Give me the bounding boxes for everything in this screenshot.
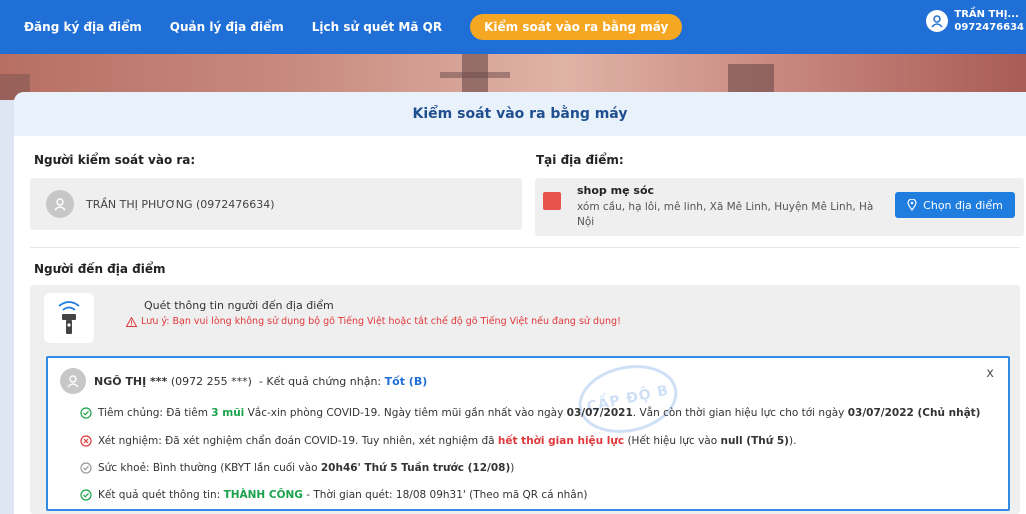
scan-result-text-b: - Thời gian quét: 18/08 09h31' (Theo mã …	[306, 489, 588, 501]
cert-label: - Kết quả chứng nhận:	[258, 374, 382, 388]
health-line: Sức khoẻ: Bình thường (KBYT lần cuối vào…	[80, 462, 514, 474]
controller-box: TRẦN THỊ PHƯƠNG (0972476634)	[30, 178, 522, 230]
user-name: TRẦN THỊ...	[954, 9, 1019, 20]
user-icon	[926, 10, 949, 32]
scan-warning-text: Lưu ý: Bạn vui lòng không sử dụng bộ gõ …	[141, 316, 621, 327]
visitor-area: Quét thông tin người đến địa điểm Lưu ý:…	[30, 285, 1020, 514]
user-menu[interactable]: TRẦN THỊ... 0972476634	[926, 8, 1024, 34]
health-text-a: Sức khoẻ: Bình thường (KBYT lần cuối vào	[98, 462, 318, 474]
location-pin-icon	[907, 199, 917, 211]
nav-manage-location[interactable]: Quản lý địa điểm	[170, 20, 284, 34]
location-box: shop mẹ sóc xóm cầu, hạ lôi, mê linh, Xã…	[535, 178, 1024, 236]
visitor-label: Người đến địa điểm	[34, 262, 166, 276]
vaccine-valid-until: 03/07/2022 (Chủ nhật)	[847, 407, 981, 419]
visitor-name: NGÔ THỊ ***	[94, 374, 168, 388]
warning-icon	[126, 316, 137, 327]
close-icon[interactable]: x	[986, 366, 994, 381]
scan-result-line: Kết quả quét thông tin: THÀNH CÔNG - Thờ…	[80, 489, 587, 501]
nav-register-location[interactable]: Đăng ký địa điểm	[24, 20, 142, 34]
scan-title: Quét thông tin người đến địa điểm	[144, 299, 334, 312]
controller-name: TRẦN THỊ PHƯƠNG (0972476634)	[86, 197, 275, 211]
vaccine-line: Tiêm chủng: Đã tiêm 3 mũi Vắc-xin phòng …	[80, 407, 980, 419]
vaccine-doses: 3 mũi	[211, 407, 245, 419]
test-text-a: Xét nghiệm: Đã xét nghiệm chẩn đoán COVI…	[98, 435, 495, 447]
main-card: Kiểm soát vào ra bằng máy Người kiểm soá…	[14, 92, 1026, 514]
scanner-icon	[44, 293, 94, 343]
test-line: Xét nghiệm: Đã xét nghiệm chẩn đoán COVI…	[80, 435, 796, 447]
nav-qr-history[interactable]: Lịch sử quét Mã QR	[312, 20, 442, 34]
test-text-b: (Hết hiệu lực vào	[627, 435, 718, 447]
location-label: Tại địa điểm:	[536, 153, 624, 167]
vaccine-text-a: Tiêm chủng: Đã tiêm	[98, 407, 208, 419]
check-circle-icon	[80, 462, 92, 474]
vaccine-last-date: 03/07/2021	[566, 407, 633, 419]
scan-warning: Lưu ý: Bạn vui lòng không sử dụng bộ gõ …	[126, 316, 621, 327]
nav-machine-control[interactable]: Kiểm soát vào ra bằng máy	[470, 14, 683, 40]
scan-result-text-a: Kết quả quét thông tin:	[98, 489, 221, 501]
vaccine-text-c: . Vẫn còn thời gian hiệu lực cho tới ngà…	[632, 407, 845, 419]
location-color-icon	[543, 192, 561, 210]
level-stamp: CẤP ĐỘ B	[572, 356, 684, 442]
result-header: NGÔ THỊ *** (0972 255 ***) - Kết quả chứ…	[60, 368, 427, 394]
x-circle-icon	[80, 435, 92, 447]
test-expired: hết thời gian hiệu lực	[497, 435, 625, 447]
vaccine-text-b: Vắc-xin phòng COVID-19. Ngày tiêm mũi gầ…	[247, 407, 564, 419]
health-last: 20h46' Thứ 5 Tuần trước (12/08)	[320, 462, 511, 474]
avatar	[60, 368, 86, 394]
location-name: shop mẹ sóc	[577, 184, 655, 197]
check-circle-icon	[80, 407, 92, 419]
top-nav: Đăng ký địa điểm Quản lý địa điểm Lịch s…	[0, 0, 1026, 54]
test-null-value: null (Thứ 5)	[720, 435, 789, 447]
page-title: Kiểm soát vào ra bằng máy	[14, 92, 1026, 136]
choose-location-label: Chọn địa điểm	[923, 198, 1003, 212]
visitor-phone: (0972 255 ***)	[170, 374, 252, 388]
health-text-b: )	[510, 462, 515, 474]
check-circle-icon	[80, 489, 92, 501]
controller-label: Người kiểm soát vào ra:	[34, 153, 196, 167]
avatar	[46, 190, 74, 218]
user-phone: 0972476634	[954, 22, 1024, 33]
test-text-c: ).	[788, 435, 797, 447]
scan-status: THÀNH CÔNG	[223, 489, 303, 501]
cert-value: Tốt (B)	[384, 374, 428, 388]
result-box: CẤP ĐỘ B NGÔ THỊ *** (0972 255 ***) - Kế…	[46, 356, 1010, 511]
choose-location-button[interactable]: Chọn địa điểm	[895, 192, 1015, 218]
divider	[30, 247, 1020, 248]
location-address: xóm cầu, hạ lôi, mê linh, Xã Mê Linh, Hu…	[577, 201, 874, 228]
